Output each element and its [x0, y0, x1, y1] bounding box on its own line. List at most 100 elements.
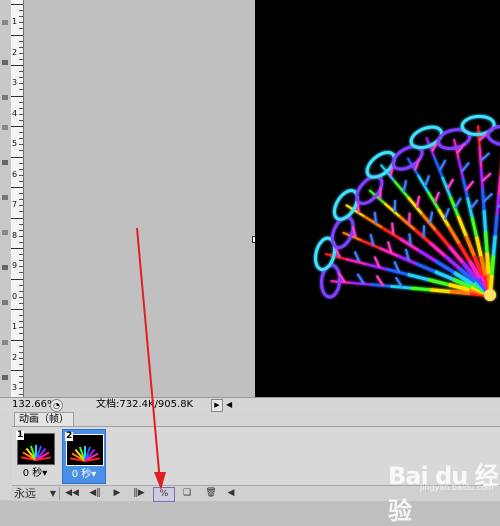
canvas-area[interactable]: [24, 0, 500, 397]
ruler-tick: [19, 223, 23, 225]
delete-frame-icon[interactable]: 🗑: [204, 487, 218, 500]
animation-frame-1[interactable]: 1 0 秒▾: [14, 429, 56, 482]
toolbar-divider: [59, 487, 60, 500]
ruler-tick: [19, 138, 23, 140]
ruler-number: 6: [12, 169, 18, 179]
ruler-number: 2: [12, 352, 18, 362]
tool-icon[interactable]: [2, 265, 8, 270]
ruler-tick: [19, 77, 23, 79]
duplicate-frame-icon[interactable]: ❑: [180, 487, 194, 500]
ruler-tick: [19, 162, 23, 164]
ruler-number: 3: [12, 383, 18, 392]
scroll-left-icon[interactable]: ◀: [226, 399, 232, 411]
ruler-tick: [19, 22, 23, 24]
ruler-tick: [19, 351, 23, 353]
ruler-tick: [11, 278, 23, 280]
zoom-options-icon[interactable]: ◔: [50, 399, 63, 412]
tab-animation-frames[interactable]: 动画（帧）: [14, 412, 74, 426]
first-frame-icon[interactable]: ◀◀: [62, 487, 82, 500]
ruler-number: 5: [12, 139, 18, 148]
next-frame-icon[interactable]: ‖▶: [130, 487, 148, 500]
frame-delay-select[interactable]: 0 秒▾: [14, 468, 56, 480]
frame-number: 2: [65, 431, 74, 441]
ruler-tick: [19, 168, 23, 170]
tool-icon[interactable]: [2, 95, 8, 100]
ruler-tick: [11, 187, 23, 188]
ruler-tick: [19, 107, 23, 109]
play-icon[interactable]: ▶: [110, 487, 124, 500]
ruler-tick: [19, 211, 23, 213]
ruler-number: 0: [12, 291, 18, 301]
scroll-left-icon[interactable]: ◀: [226, 487, 236, 500]
ruler-tick: [11, 370, 23, 371]
ruler-tick: [19, 52, 23, 54]
ruler-tick: [19, 58, 23, 60]
tool-icon[interactable]: [2, 20, 8, 25]
ruler-tick: [19, 321, 23, 323]
ruler-tick: [11, 126, 23, 127]
ruler-tick: [19, 46, 23, 48]
ruler-tick: [19, 235, 23, 237]
ruler-tick: [19, 302, 23, 304]
animation-frame-2[interactable]: 2 0 秒▾: [62, 429, 106, 484]
ruler-tick: [19, 315, 23, 317]
ruler-tick: [19, 290, 23, 292]
ruler-tick: [11, 65, 23, 66]
chevron-down-icon[interactable]: ▼: [48, 487, 58, 500]
ruler-tick: [19, 388, 23, 390]
ruler-tick: [19, 144, 23, 146]
ruler-tick: [11, 217, 23, 219]
ruler-number: 4: [12, 108, 18, 118]
frame-number: 1: [16, 430, 25, 440]
ruler-tick: [19, 345, 23, 347]
ruler-tick: [19, 357, 23, 359]
ruler-number: 9: [12, 261, 18, 270]
tool-icon[interactable]: [2, 340, 8, 345]
ruler-tick: [19, 382, 23, 384]
ruler-tick: [11, 34, 23, 36]
ruler-tick: [19, 272, 23, 274]
tool-icon[interactable]: [2, 60, 8, 65]
ruler-tick: [19, 150, 23, 152]
ruler-tick: [19, 327, 23, 329]
ruler-tick: [19, 40, 23, 42]
ruler-tick: [19, 119, 23, 121]
ruler-tick: [19, 363, 23, 365]
ruler-tick: [19, 333, 23, 335]
status-bar: 132.66% ◔ 文档:732.4K/905.8K ▶ ◀: [0, 397, 500, 413]
ruler-tick: [19, 284, 23, 286]
ruler-number: 7: [12, 200, 18, 209]
ruler-tick: [19, 260, 23, 262]
ruler-tick: [11, 4, 23, 5]
status-menu-arrow-icon[interactable]: ▶: [211, 399, 223, 412]
ruler-tick: [19, 132, 23, 134]
ruler-tick: [19, 199, 23, 201]
ruler-tick: [11, 339, 23, 341]
ruler-tick: [19, 229, 23, 231]
document-size-info: 文档:732.4K/905.8K: [96, 399, 194, 410]
ruler-tick: [19, 394, 23, 396]
ruler-tick: [19, 113, 23, 115]
ruler-tick: [19, 376, 23, 378]
tool-icon[interactable]: [2, 195, 8, 200]
ruler-tick: [19, 16, 23, 18]
frame-delay-select[interactable]: 0 秒▾: [63, 469, 105, 481]
ruler-tick: [19, 193, 23, 195]
ruler-tick: [19, 83, 23, 85]
fractal-fan-image: [313, 114, 500, 301]
tool-icon[interactable]: [2, 125, 8, 130]
ruler-number: 8: [12, 230, 18, 240]
ruler-number: 1: [12, 17, 18, 26]
zoom-level-field[interactable]: 132.66%: [12, 399, 57, 410]
tool-icon[interactable]: [2, 230, 8, 235]
tool-icon[interactable]: [2, 300, 8, 305]
artwork-canvas[interactable]: [255, 0, 500, 397]
tool-icon[interactable]: [2, 160, 8, 165]
ruler-tick: [19, 205, 23, 207]
vertical-ruler: 1 2 3 4 5 6 7 8 9 0 1 2 3: [11, 0, 24, 400]
ruler-tick: [19, 241, 23, 243]
ruler-tick: [19, 296, 23, 298]
tool-icon[interactable]: [2, 375, 8, 380]
previous-frame-icon[interactable]: ◀‖: [86, 487, 104, 500]
ruler-tick: [19, 89, 23, 91]
